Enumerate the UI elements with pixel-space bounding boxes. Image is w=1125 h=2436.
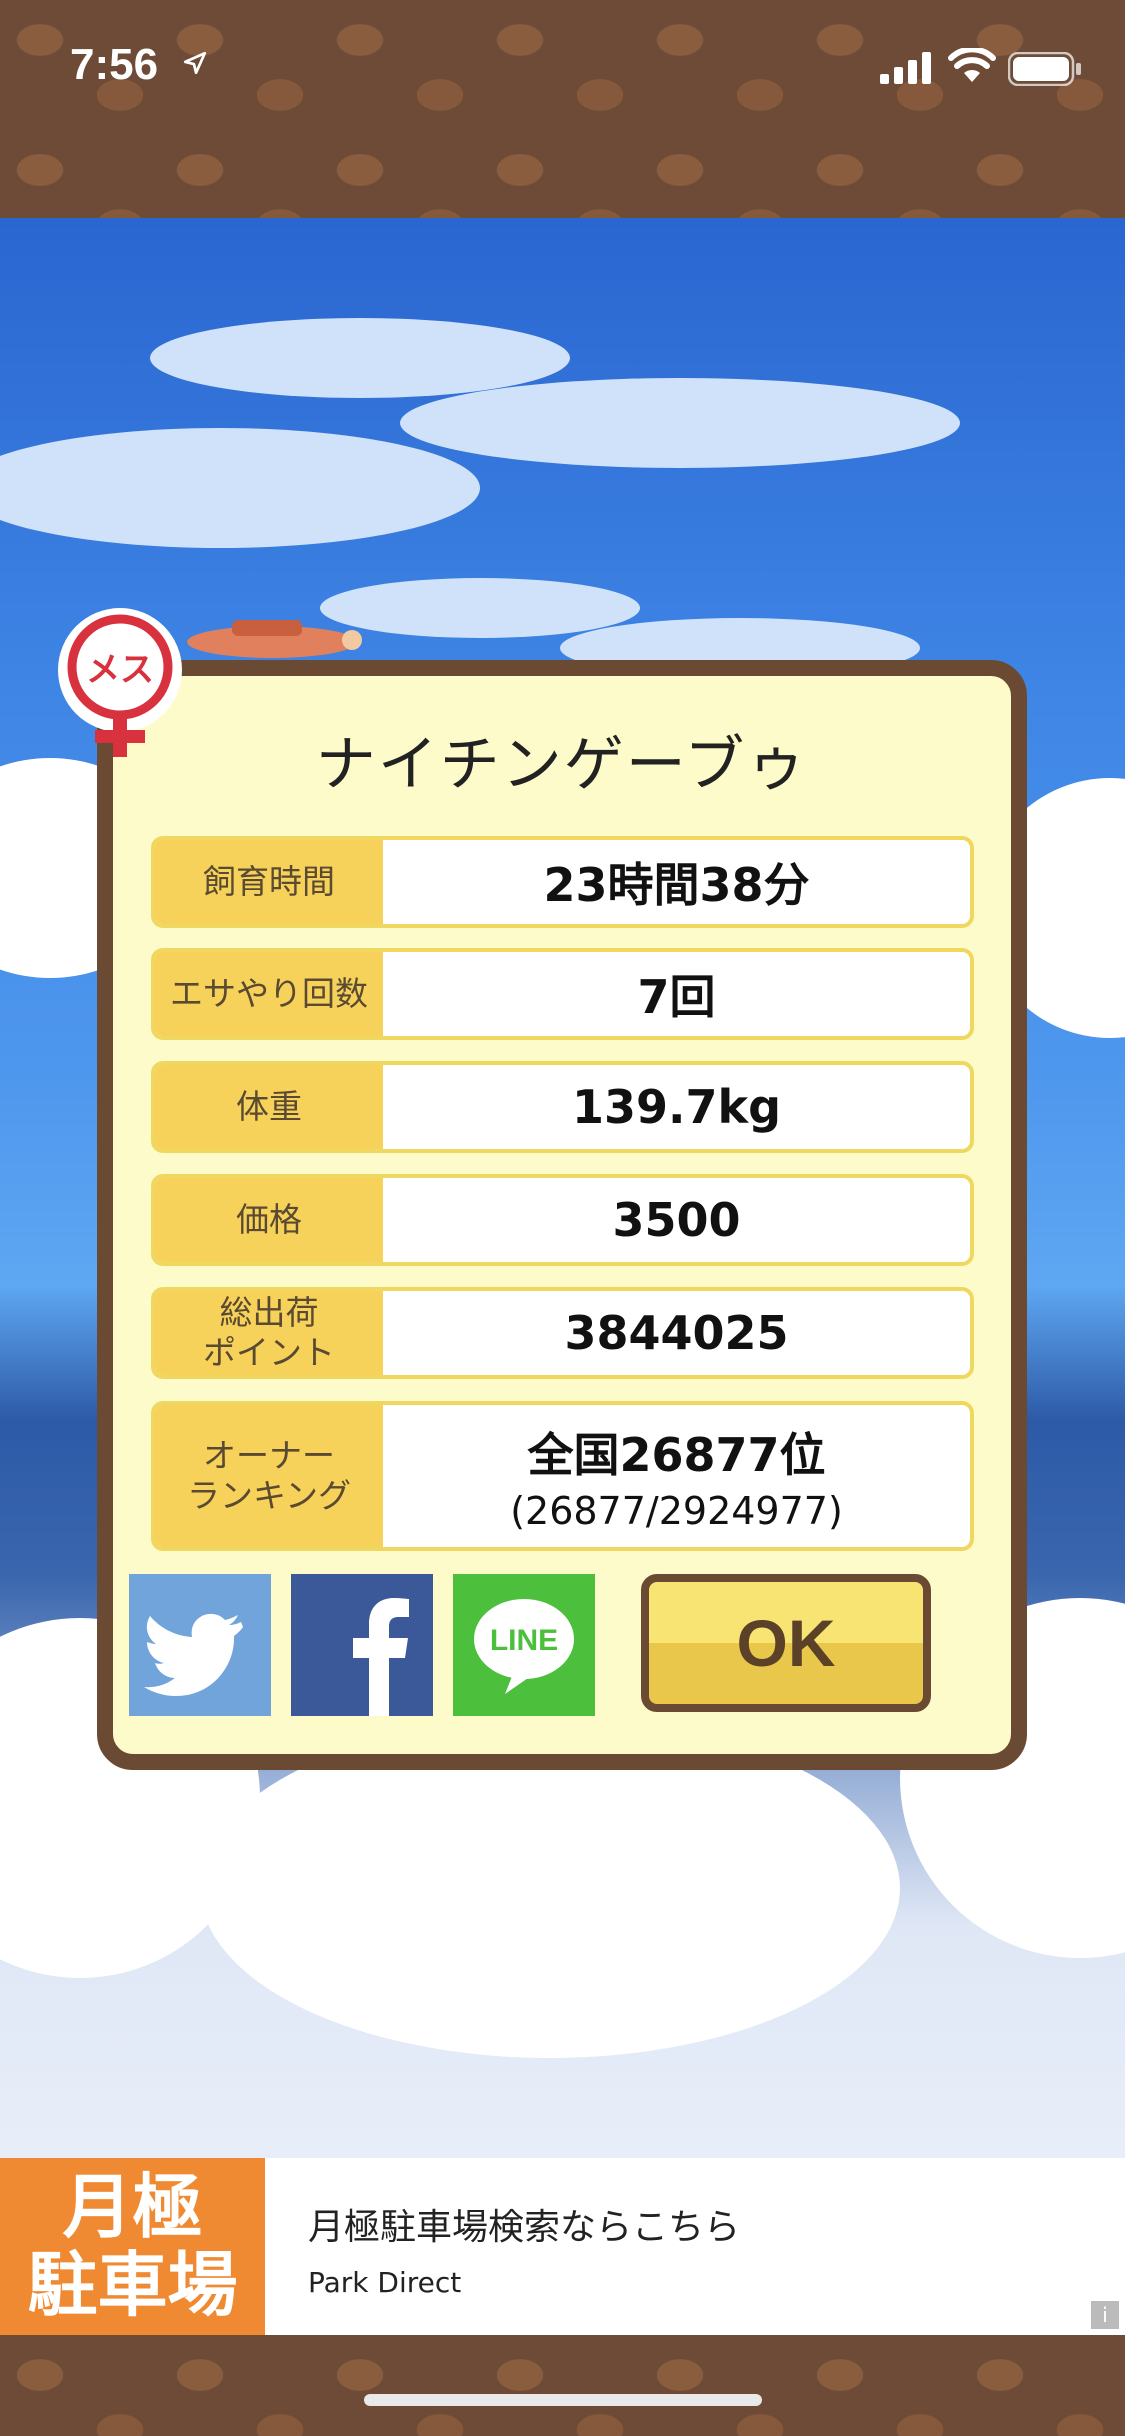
stat-row-owner-ranking: オーナー ランキング 全国26877位 (26877/2924977)	[151, 1401, 974, 1551]
pig-name-title: ナイチンゲーブゥ	[315, 730, 809, 800]
line-share-button[interactable]: LINE	[453, 1574, 595, 1716]
cellular-signal-icon	[880, 52, 931, 84]
stat-row-price: 価格 3500	[151, 1174, 974, 1266]
ad-banner[interactable]: 月極 駐車場 月極駐車場検索ならこちら Park Direct i	[0, 2158, 1125, 2335]
location-arrow-icon	[183, 51, 207, 75]
battery-icon	[1008, 52, 1081, 86]
status-time: 7:56	[70, 40, 159, 89]
stat-row-shipping-points: 総出荷 ポイント 3844025	[151, 1287, 974, 1379]
ad-sponsor: Park Direct	[308, 2266, 462, 2299]
stat-row-feed-count: エサやり回数 7回	[151, 948, 974, 1040]
ranking-value: 全国26877位	[527, 1428, 826, 1482]
airship-icon	[187, 620, 362, 658]
cloud	[400, 378, 960, 468]
stat-value: 3500	[612, 1193, 741, 1247]
stat-label: エサやり回数	[155, 952, 383, 1036]
female-gender-icon: メス	[58, 608, 182, 757]
ranking-detail: (26877/2924977)	[510, 1489, 843, 1533]
stat-label: 価格	[155, 1178, 383, 1262]
ad-logo-line2: 駐車場	[27, 2244, 238, 2326]
stat-row-weight: 体重 139.7kg	[151, 1061, 974, 1153]
stat-label: オーナー ランキング	[155, 1405, 383, 1547]
status-bar: 7:56	[0, 0, 1125, 135]
stat-value: 3844025	[564, 1306, 789, 1360]
bottom-pattern-band	[0, 2335, 1125, 2436]
stat-row-raising-time: 飼育時間 23時間38分	[151, 836, 974, 928]
line-logo-text: LINE	[490, 1624, 558, 1657]
stat-label: 総出荷 ポイント	[155, 1291, 383, 1375]
ad-logo-line1: 月極	[62, 2166, 203, 2248]
facebook-share-button[interactable]	[291, 1574, 433, 1716]
twitter-icon	[144, 1613, 243, 1696]
stat-value: 23時間38分	[543, 858, 810, 912]
gender-badge-label: メス	[86, 650, 154, 690]
twitter-share-button[interactable]	[129, 1574, 271, 1716]
home-indicator[interactable]	[364, 2394, 762, 2406]
cloud	[150, 318, 570, 398]
stat-label: 飼育時間	[155, 840, 383, 924]
ad-logo: 月極 駐車場	[0, 2158, 265, 2335]
stat-value: 全国26877位 (26877/2924977)	[383, 1419, 970, 1533]
pig-stats-dialog: ナイチンゲーブゥ 飼育時間 23時間38分 エサやり回数 7回 体重 139.7…	[97, 660, 1027, 1770]
cloud	[0, 428, 480, 548]
facebook-icon	[353, 1598, 409, 1716]
stat-value: 7回	[637, 970, 716, 1024]
stat-label: 体重	[155, 1065, 383, 1149]
ad-title: 月極駐車場検索ならこちら	[308, 2207, 741, 2248]
ad-info-icon[interactable]: i	[1091, 2301, 1119, 2329]
wifi-icon	[948, 48, 996, 82]
line-icon: LINE	[474, 1599, 574, 1694]
ok-button[interactable]: OK	[641, 1574, 931, 1712]
stat-value: 139.7kg	[571, 1080, 782, 1134]
